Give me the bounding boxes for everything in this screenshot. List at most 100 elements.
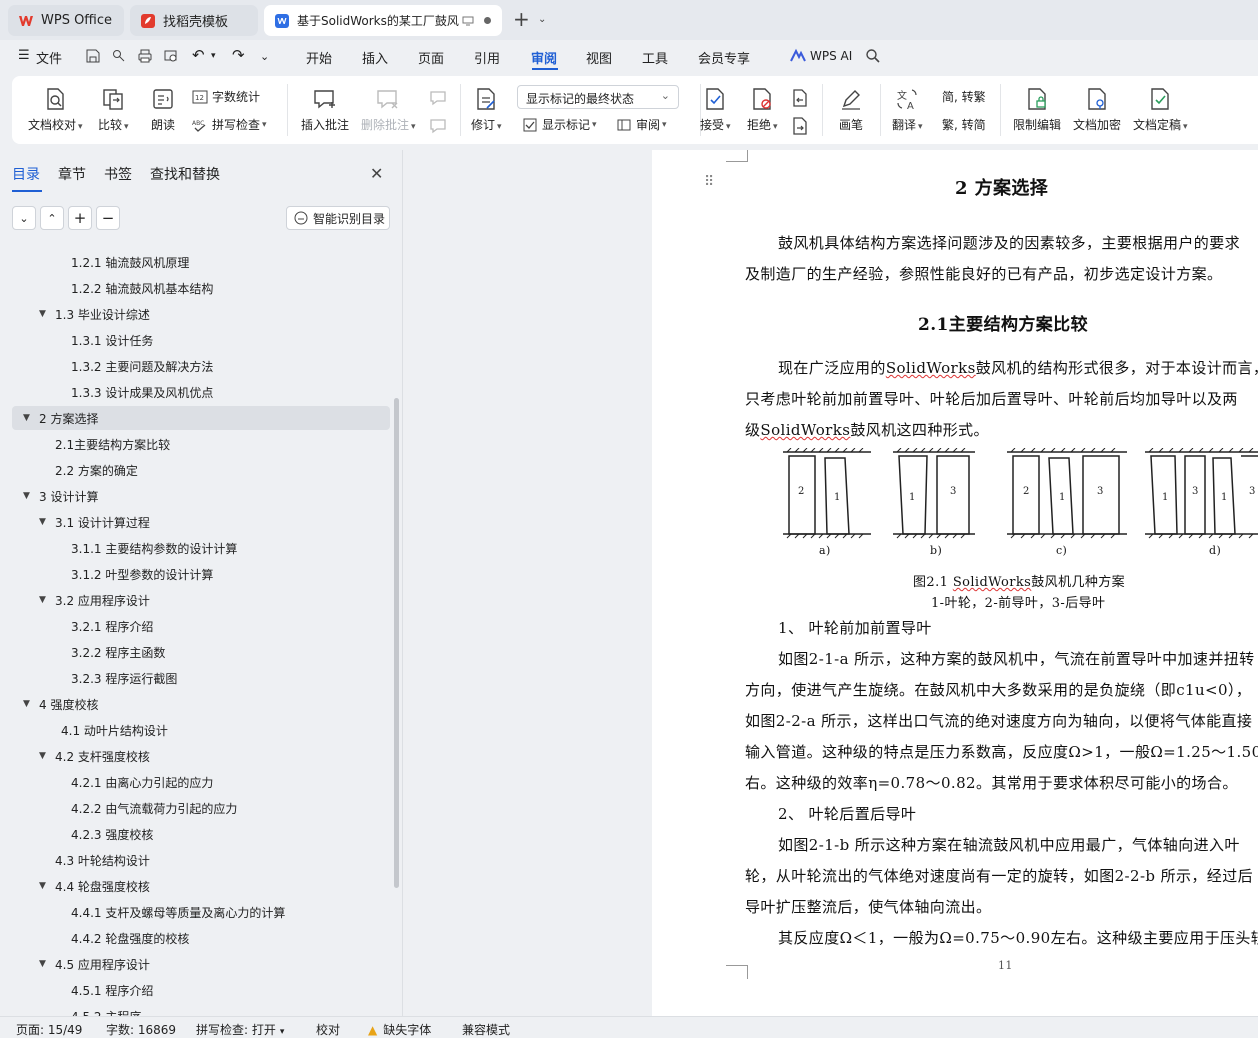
word-count-button[interactable]: 12 字数统计 (192, 88, 260, 105)
toc-expand-toggle-icon[interactable]: ▼ (39, 595, 46, 605)
to-simplified-button[interactable]: 繁, 转简 (942, 116, 986, 133)
expand-up-button[interactable]: ⌃ (40, 206, 64, 230)
menu-review[interactable]: 审阅 (531, 48, 557, 67)
translate-button[interactable]: 文A 翻译 ▾ (892, 86, 923, 133)
toc-item[interactable]: 2.2 方案的确定 (12, 458, 390, 482)
toc-item[interactable]: 1.3.3 设计成果及风机优点 (12, 380, 390, 404)
toc-expand-toggle-icon[interactable]: ▼ (39, 751, 46, 761)
toc-item[interactable]: 1.2.2 轴流鼓风机基本结构 (12, 276, 390, 300)
collapse-all-button[interactable]: ⌄ (12, 206, 36, 230)
toc-item[interactable]: 3.1.2 叶型参数的设计计算 (12, 562, 390, 586)
menu-insert[interactable]: 插入 (362, 48, 388, 67)
toc-item[interactable]: ▼ 3 设计计算 (12, 484, 390, 508)
toc-expand-toggle-icon[interactable]: ▼ (23, 413, 30, 423)
menu-tools[interactable]: 工具 (642, 48, 668, 67)
monitor-icon[interactable] (462, 15, 474, 27)
toc-item[interactable]: 1.2.1 轴流鼓风机原理 (12, 250, 390, 274)
drag-handle-icon[interactable]: ⠿ (704, 174, 714, 190)
spell-check-indicator[interactable]: 拼写检查: 打开 ▾ (196, 1021, 284, 1038)
toc-item[interactable]: 1.3.1 设计任务 (12, 328, 390, 352)
tab-wps-office[interactable]: WPS Office (8, 5, 124, 36)
add-heading-button[interactable]: + (68, 206, 92, 230)
toc-expand-toggle-icon[interactable]: ▼ (39, 959, 46, 969)
tab-chapters[interactable]: 章节 (58, 164, 86, 184)
track-changes-button[interactable]: 修订 ▾ (471, 86, 502, 133)
pen-button[interactable]: 画笔 (838, 86, 864, 133)
toc-expand-toggle-icon[interactable]: ▼ (39, 309, 46, 319)
toc-item[interactable]: 4.1 动叶片结构设计 (12, 718, 390, 742)
menu-member[interactable]: 会员专享 (698, 48, 750, 67)
show-markup-button[interactable]: 显示标记 ▾ (522, 116, 597, 133)
proof-indicator[interactable]: 校对 (316, 1021, 340, 1038)
document-page[interactable]: ⠿ 2 方案选择 鼓风机具体结构方案选择问题涉及的因素较多，主要根据用户的要求 … (652, 150, 1258, 1016)
menu-view[interactable]: 视图 (586, 48, 612, 67)
tab-document[interactable]: 基于SolidWorks的某工厂鼓风 (264, 5, 502, 36)
toc-expand-toggle-icon[interactable]: ▼ (39, 517, 46, 527)
toc-item[interactable]: 4.4.1 支杆及螺母等质量及离心力的计算 (12, 900, 390, 924)
review-pane-button[interactable]: 审阅 ▾ (616, 116, 667, 133)
new-tab-plus-icon[interactable]: + (513, 7, 530, 31)
tab-find-replace[interactable]: 查找和替换 (150, 164, 220, 184)
menu-wps-ai[interactable]: WPS AI (810, 49, 852, 63)
toc-item[interactable]: ▼ 1.3 毕业设计综述 (12, 302, 390, 326)
next-comment-icon[interactable] (428, 116, 448, 136)
delete-comment-button[interactable]: 删除批注 ▾ (361, 86, 416, 133)
toc-item[interactable]: 4.2.2 由气流载荷力引起的应力 (12, 796, 390, 820)
link-icon[interactable] (111, 48, 127, 64)
toc-item[interactable]: 4.4.2 轮盘强度的校核 (12, 926, 390, 950)
compare-button[interactable]: 比较 ▾ (98, 86, 129, 133)
menu-page[interactable]: 页面 (418, 48, 444, 67)
toc-expand-toggle-icon[interactable]: ▼ (23, 491, 30, 501)
word-count-indicator[interactable]: 字数: 16869 (106, 1021, 176, 1038)
print-preview-icon[interactable] (163, 48, 179, 64)
search-icon[interactable] (865, 48, 881, 64)
toc-expand-toggle-icon[interactable]: ▼ (39, 881, 46, 891)
more-chevron-icon[interactable]: ⌄ (260, 50, 269, 63)
menu-home[interactable]: 开始 (306, 48, 332, 67)
toc-item[interactable]: 3.2.2 程序主函数 (12, 640, 390, 664)
save-icon[interactable] (85, 48, 101, 64)
unsaved-dot-icon[interactable] (483, 17, 491, 24)
redo-icon[interactable]: ↷ (232, 46, 245, 64)
tab-template[interactable]: 找稻壳模板 (130, 5, 258, 36)
next-change-icon[interactable] (790, 116, 810, 136)
spell-check-button[interactable]: ABC 拼写检查 ▾ (192, 116, 267, 133)
proofread-button[interactable]: 文档校对 ▾ (28, 86, 83, 133)
encrypt-button[interactable]: 文档加密 (1073, 86, 1121, 133)
nav-scrollbar[interactable] (394, 398, 399, 888)
undo-icon[interactable]: ↶ (192, 46, 205, 64)
toc-item[interactable]: 1.3.2 主要问题及解决方法 (12, 354, 390, 378)
previous-comment-icon[interactable] (428, 88, 448, 108)
toc-item[interactable]: 2.1主要结构方案比较 (12, 432, 390, 456)
tab-list-chevron-icon[interactable]: ⌄ (538, 14, 546, 25)
menu-file[interactable]: 文件 (36, 48, 62, 67)
toc-item[interactable]: ▼ 4.2 支杆强度校核 (12, 744, 390, 768)
toc-item[interactable]: 3.2.3 程序运行截图 (12, 666, 390, 690)
markup-state-select[interactable]: 显示标记的最终状态 ⌄ (517, 85, 679, 109)
missing-font-indicator[interactable]: ▲ 缺失字体 (368, 1021, 431, 1038)
to-traditional-button[interactable]: 简, 转繁 (942, 88, 986, 105)
toc-item[interactable]: 4.5.1 程序介绍 (12, 978, 390, 1002)
accept-button[interactable]: 接受 ▾ (700, 86, 731, 133)
tab-bookmarks[interactable]: 书签 (104, 164, 132, 184)
finalize-button[interactable]: 文档定稿 ▾ (1133, 86, 1188, 133)
toc-item[interactable]: ▼ 4.5 应用程序设计 (12, 952, 390, 976)
undo-dropdown-icon[interactable]: ▾ (211, 51, 216, 61)
tab-toc[interactable]: 目录 (12, 164, 40, 184)
menu-reference[interactable]: 引用 (474, 48, 500, 67)
wps-ai-icon[interactable] (790, 48, 806, 64)
toc-item[interactable]: ▼ 2 方案选择 (12, 406, 390, 430)
toc-item[interactable]: ▼ 3.2 应用程序设计 (12, 588, 390, 612)
toc-item[interactable]: 4.3 叶轮结构设计 (12, 848, 390, 872)
close-icon[interactable]: ✕ (370, 164, 383, 183)
insert-comment-button[interactable]: 插入批注 (301, 86, 349, 133)
remove-heading-button[interactable]: − (96, 206, 120, 230)
toc-expand-toggle-icon[interactable]: ▼ (23, 699, 30, 709)
read-aloud-button[interactable]: 朗读 (150, 86, 176, 133)
restrict-edit-button[interactable]: 限制编辑 (1013, 86, 1061, 133)
toc-item[interactable]: 3.1.1 主要结构参数的设计计算 (12, 536, 390, 560)
reject-button[interactable]: 拒绝 ▾ (747, 86, 778, 133)
toc-item[interactable]: ▼ 4.4 轮盘强度校核 (12, 874, 390, 898)
page-indicator[interactable]: 页面: 15/49 (16, 1021, 82, 1038)
hamburger-icon[interactable]: ☰ (18, 48, 30, 63)
